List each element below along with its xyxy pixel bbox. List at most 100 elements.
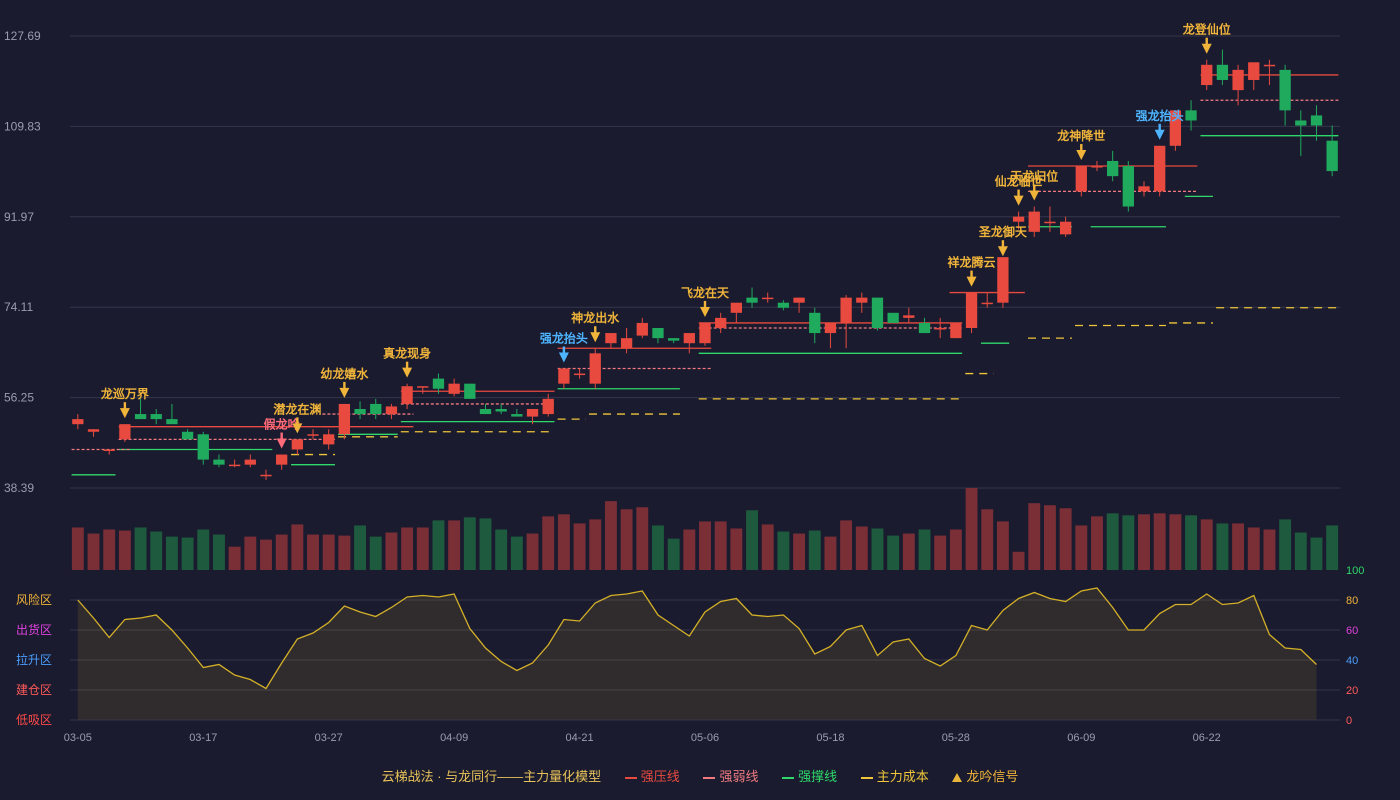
candle-body	[918, 322, 931, 334]
legend-item-support[interactable]: 强撑线	[782, 766, 837, 785]
volume-bar	[354, 525, 367, 570]
volume-bar	[1263, 529, 1276, 570]
legend-item-weak[interactable]: 强弱线	[703, 766, 758, 785]
volume-bar	[1185, 515, 1198, 570]
candle-body	[840, 297, 852, 323]
signal-arrow-icon	[1029, 190, 1040, 201]
x-tick-label: 03-05	[64, 732, 92, 744]
signal-arrow-stem	[703, 300, 707, 308]
volume-bar	[902, 533, 915, 570]
candle-body	[965, 292, 978, 329]
candle-body	[479, 408, 492, 415]
candle-body	[542, 398, 554, 415]
volume-bar	[275, 534, 288, 570]
candle-body	[244, 459, 256, 465]
candle-body	[464, 383, 476, 399]
candle-body	[150, 414, 162, 420]
volume-bar	[307, 534, 319, 570]
volume-bar	[1310, 537, 1323, 570]
candle-body	[715, 317, 727, 329]
volume-bar	[322, 534, 335, 570]
price-tick-label: 56.25	[4, 391, 34, 405]
candle-body	[134, 414, 147, 420]
signal-arrow-icon	[339, 387, 350, 398]
volume-bar	[840, 520, 853, 570]
oscillator-tick-label: 80	[1346, 595, 1358, 607]
candle-body	[620, 338, 633, 349]
price-tick-label: 38.39	[4, 481, 34, 495]
signal-arrow-stem	[1080, 144, 1083, 152]
volume-bar	[181, 537, 194, 570]
signal-label: 圣龙御天	[978, 224, 1028, 239]
volume-bar	[87, 533, 100, 570]
volume-bar	[996, 521, 1009, 570]
volume-bar	[793, 533, 806, 570]
volume-bar	[1153, 513, 1166, 570]
signal-arrow-stem	[343, 381, 346, 389]
candle-body	[417, 386, 429, 388]
signal-label: 飞龙在天	[681, 285, 730, 300]
signal-arrow-icon	[1076, 150, 1087, 161]
volume-bar	[965, 488, 978, 570]
signal-arrow-icon	[966, 276, 977, 287]
candle-body	[683, 333, 695, 344]
signal-arrow-icon	[997, 246, 1008, 257]
volume-bar	[510, 536, 523, 570]
signal-arrow-stem	[1033, 184, 1036, 192]
legend-item-pressure[interactable]: 强压线	[624, 766, 680, 785]
oscillator-zone-label: 建仓区	[16, 683, 52, 697]
x-tick-label: 05-06	[691, 732, 719, 744]
legend-label-cost: 主力成本	[876, 769, 929, 784]
volume-bar	[1059, 508, 1072, 570]
candle-body	[1154, 145, 1166, 192]
legend-label-signal: 龙吟信号	[966, 769, 1019, 784]
candle-body	[1310, 115, 1323, 126]
oscillator-zone-label: 风险区	[16, 592, 52, 607]
candle-body	[1201, 64, 1213, 86]
candle-body	[291, 439, 303, 450]
candle-body	[1216, 64, 1229, 80]
legend-item-cost[interactable]: 主力成本	[860, 766, 929, 785]
volume-bar	[918, 529, 931, 570]
volume-bar	[401, 527, 414, 570]
candle-body	[934, 328, 946, 330]
candle-body	[809, 312, 821, 334]
signal-label: 真龙现身	[383, 346, 431, 361]
candle-body	[1012, 216, 1025, 222]
signal-arrow-stem	[123, 402, 127, 410]
candle-body	[526, 408, 539, 417]
volume-bar	[1232, 523, 1245, 570]
signal-label: 强龙抬头	[1136, 108, 1184, 123]
candle-body	[87, 429, 100, 432]
volume-bar	[1028, 503, 1041, 570]
candle-body	[997, 257, 1009, 303]
candle-body	[370, 403, 382, 415]
candle-body	[1091, 166, 1103, 168]
candle-body	[260, 474, 272, 477]
candle-body	[730, 302, 743, 313]
candle-body	[323, 434, 335, 445]
candle-body	[1122, 166, 1134, 207]
signal-label: 龙登仙位	[1183, 22, 1231, 37]
candle-body	[652, 328, 664, 339]
candle-body	[558, 368, 570, 384]
volume-bar	[824, 536, 837, 570]
x-tick-label: 03-17	[189, 732, 217, 744]
candle-body	[228, 464, 241, 467]
volume-bar	[165, 536, 178, 570]
volume-bar	[212, 534, 225, 570]
oscillator-tick-label: 60	[1346, 625, 1358, 637]
signal-arrow-icon	[590, 332, 601, 343]
volume-bar	[636, 507, 649, 570]
candle-body	[338, 403, 351, 435]
volume-bar	[495, 529, 508, 570]
candle-body	[401, 386, 413, 404]
candle-body	[511, 414, 523, 417]
candle-body	[777, 302, 790, 308]
signal-arrow-stem	[1205, 37, 1208, 45]
volume-bar	[260, 539, 272, 570]
legend-item-signal[interactable]: 龙吟信号	[952, 766, 1018, 785]
volume-bar	[197, 529, 210, 570]
volume-bar	[683, 529, 696, 570]
candle-body	[793, 297, 805, 303]
